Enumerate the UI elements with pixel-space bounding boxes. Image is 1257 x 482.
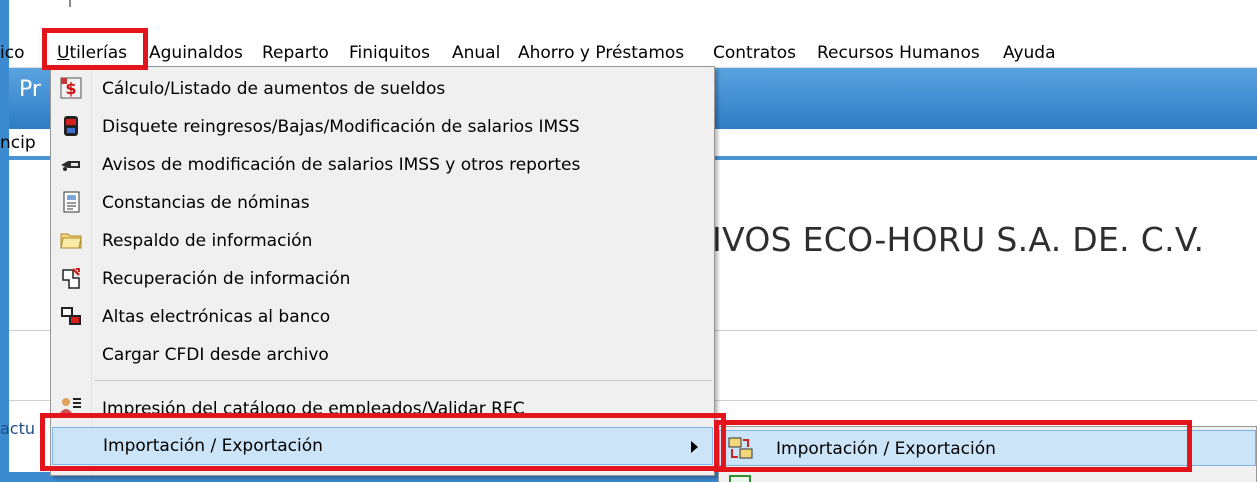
svg-text:$: $	[65, 79, 76, 98]
imss-disk-icon	[60, 115, 82, 137]
notice-icon	[60, 153, 82, 175]
restore-icon	[60, 267, 82, 289]
menu-item-label: Altas electrónicas al banco	[102, 307, 331, 327]
menu-item-cargar-cfdi[interactable]: Cargar CFDI desde archivo	[52, 336, 713, 374]
title-strip	[9, 0, 1257, 36]
menu-item-label: Avisos de modificación de salarios IMSS …	[102, 155, 581, 175]
menu-ahorro-prestamos[interactable]: Ahorro y Préstamos	[518, 42, 684, 64]
annotation-box-menu-item	[40, 413, 726, 471]
menu-ayuda[interactable]: Ayuda	[1003, 42, 1056, 64]
menu-item-label: Cargar CFDI desde archivo	[102, 345, 329, 365]
menu-finiquitos[interactable]: Finiquitos	[349, 42, 430, 64]
employee-catalog-icon	[60, 395, 82, 415]
annotation-box-submenu-item	[714, 420, 1192, 472]
menu-item-label: Respaldo de información	[102, 231, 313, 251]
left-link-fragment[interactable]: actu	[0, 419, 35, 438]
menu-item-constancias[interactable]: Constancias de nóminas	[52, 184, 713, 222]
menu-item-respaldo[interactable]: Respaldo de información	[52, 222, 713, 260]
menu-item-label: Impresión del catálogo de empleados/Vali…	[102, 399, 525, 415]
menu-aguinaldos[interactable]: Aguinaldos	[149, 42, 243, 64]
menu-item-label: Cálculo/Listado de aumentos de sueldos	[102, 79, 446, 99]
menu-recursos-humanos[interactable]: Recursos Humanos	[817, 42, 980, 64]
tab-principal-fragment[interactable]: ncip	[0, 131, 36, 155]
menu-item-calculo-aumentos[interactable]: $ Cálculo/Listado de aumentos de sueldos	[52, 70, 713, 108]
backup-folder-icon	[60, 229, 82, 251]
menu-partial-ico[interactable]: ico	[0, 42, 24, 64]
window-border-left	[0, 0, 9, 482]
menu-item-impresion-catalogo[interactable]: Impresión del catálogo de empleados/Vali…	[52, 385, 713, 415]
menu-anual[interactable]: Anual	[452, 42, 500, 64]
menu-item-disquete-imss[interactable]: Disquete reingresos/Bajas/Modificación d…	[52, 108, 713, 146]
banner-title-fragment: Pr	[19, 77, 41, 102]
excel-icon	[729, 475, 751, 482]
menu-item-label: Constancias de nóminas	[102, 193, 310, 213]
company-name: IVOS ECO-HORU S.A. DE. C.V.	[712, 220, 1205, 259]
menubar: ico Utilerías Aguinaldos Reparto Finiqui…	[0, 36, 1257, 68]
menu-item-avisos-imss[interactable]: Avisos de modificación de salarios IMSS …	[52, 146, 713, 184]
menu-reparto[interactable]: Reparto	[262, 42, 329, 64]
salary-calc-icon: $	[60, 77, 82, 99]
certificate-icon	[60, 191, 82, 213]
menu-item-altas-banco[interactable]: Altas electrónicas al banco	[52, 298, 713, 336]
menu-contratos[interactable]: Contratos	[713, 42, 796, 64]
menu-separator	[95, 380, 712, 381]
menu-item-label: Recuperación de información	[102, 269, 351, 289]
title-tick	[69, 0, 71, 7]
bank-transfer-icon	[60, 305, 82, 327]
menu-item-recuperacion[interactable]: Recuperación de información	[52, 260, 713, 298]
annotation-box-utilerias	[42, 28, 148, 70]
menu-item-label: Disquete reingresos/Bajas/Modificación d…	[102, 117, 580, 137]
